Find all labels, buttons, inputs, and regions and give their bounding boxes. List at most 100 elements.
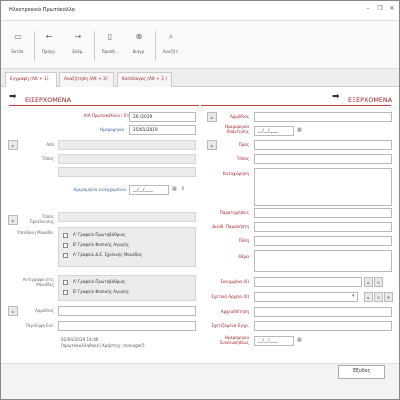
origin-place-label: Τόπος Προέλευσης [29, 214, 54, 224]
entry-label: Καταχώρηση [222, 171, 249, 176]
unit-checkbox-row[interactable]: Α' Γραφείο Δ.Ε. Σχολικής Μονάδας [63, 252, 142, 258]
copy-unit-label: Α' Γραφείο Πρωτοβάθμιας [73, 279, 126, 284]
attachments-label: Συνημμένα (0) [220, 279, 249, 284]
checkbox[interactable] [63, 279, 68, 285]
related-files-field[interactable] [254, 292, 358, 302]
outgoing-arrow-icon: ➡ [332, 92, 340, 102]
notes-field[interactable] [254, 208, 392, 218]
entry-date-label: Ημερομηνία εισερχομένου [73, 187, 127, 192]
from-lookup-button[interactable]: ▸ [8, 140, 18, 150]
delete-label: Διαγρ. [132, 49, 146, 54]
place-extra-field[interactable] [58, 167, 196, 177]
out-place-field[interactable] [254, 154, 392, 164]
checkbox[interactable] [63, 289, 68, 295]
related-refresh-button[interactable]: ⟳ [384, 292, 393, 302]
subject-textarea[interactable] [254, 250, 392, 272]
next-label: Επόμ. [72, 49, 84, 54]
to-lookup-button[interactable]: ▸ [207, 140, 217, 150]
tab-bar: Εγγραφή (Alt + 1) Αναζήτηση (Alt + 2) Κα… [1, 69, 399, 88]
city-field[interactable] [254, 236, 392, 246]
attachments-remove-button[interactable]: × [374, 277, 383, 287]
outgoing-title: ΕΞΕΡΧΟΜΕΝΑ [348, 96, 393, 104]
date-label: Ημερομηνία [99, 127, 124, 132]
copy-unit-label: Β' Γραφείο Φυσικής Αγωγής [73, 289, 129, 294]
save-icon: ▭ [14, 32, 22, 41]
unit-label: Β' Γραφείο Φυσικής Αγωγής [73, 242, 129, 247]
search-button[interactable]: ⌕ Αναζήτ. [158, 25, 184, 65]
city-label: Πόλη [238, 238, 249, 243]
from-field[interactable] [58, 140, 196, 150]
incoming-divider [9, 105, 199, 106]
related-open-button[interactable]: ▸ [364, 292, 373, 302]
from-label: Από [46, 142, 54, 147]
archive-field[interactable] [254, 307, 392, 317]
toolbar-separator [94, 31, 95, 61]
agreement-date-field[interactable]: __/__/____ [254, 336, 294, 346]
checkbox[interactable] [63, 252, 68, 258]
close-button[interactable]: ✕ [387, 5, 397, 12]
origin-lookup-button[interactable]: ▸ [8, 215, 18, 225]
previous-label: Προηγ. [41, 49, 57, 54]
tab-search[interactable]: Αναζήτηση (Alt + 2) [59, 72, 114, 87]
attachments-field[interactable] [254, 277, 362, 287]
restore-button[interactable]: ❐ [375, 5, 385, 12]
archive-label: Αρχειοθέτηση [220, 309, 249, 314]
tab-entry[interactable]: Εγγραφή (Alt + 1) [5, 72, 57, 88]
file-field[interactable] [58, 306, 196, 316]
calendar-icon[interactable]: ▦ [297, 337, 302, 343]
origin-place-field[interactable] [58, 212, 196, 222]
delete-icon: ⊗ [135, 32, 143, 41]
minimize-button[interactable]: – [363, 5, 373, 12]
summary-field[interactable] [58, 321, 196, 331]
delete-button[interactable]: ⊗ Διαγρ. [126, 25, 152, 65]
responsible-lookup-button[interactable]: ▸ [207, 112, 217, 122]
unit-checkbox-row[interactable]: Α' Γραφείο Πρωτοβάθμιας [63, 232, 126, 238]
next-button[interactable]: → Επόμ. [65, 25, 91, 65]
chevron-down-icon[interactable]: ▾ [352, 293, 355, 299]
agreement-date-label: Ημερομηνία Συνεννοήσεως [219, 335, 249, 345]
recipient-address-field[interactable] [254, 222, 392, 232]
reply-date-field[interactable]: __/__/____ [254, 126, 294, 136]
protocol-number-field[interactable]: 20 /2019 [129, 112, 196, 122]
date-field[interactable]: 25/01/2019 [129, 125, 196, 135]
protocol-label: Α/Α Πρωτοκόλλου / Έτος [83, 113, 134, 118]
related-remove-button[interactable]: × [374, 292, 383, 302]
checkbox[interactable] [63, 232, 68, 238]
out-place-label: Τόπος [236, 156, 249, 161]
related-files-label: Σχετικά Αρχεία (0) [211, 294, 249, 299]
exit-button[interactable]: Έξοδος [338, 365, 385, 379]
place-field[interactable] [58, 154, 196, 164]
to-label: Προς [238, 142, 249, 147]
responsible-unit-label: Υπεύθυνη Μονάδα [17, 230, 53, 235]
spinner-icon[interactable]: ⇕ [181, 186, 185, 192]
search-icon: ⌕ [168, 32, 174, 41]
toolbar: ▭ Εκτύπ. ← Προηγ. → Επόμ. ▯ Προσθ... ⊗ Δ… [1, 21, 399, 69]
checkbox[interactable] [63, 242, 68, 248]
previous-button[interactable]: ← Προηγ. [36, 25, 62, 65]
responsible-field[interactable] [254, 112, 392, 122]
print-label: Εκτύπ. [11, 49, 25, 54]
unit-label: Α' Γραφείο Πρωτοβάθμιας [73, 232, 126, 237]
incoming-title: ΕΙΣΕΡΧΟΜΕΝΑ [25, 96, 71, 104]
entry-textarea[interactable] [254, 168, 392, 206]
copy-checkbox-row[interactable]: Β' Γραφείο Φυσικής Αγωγής [63, 289, 129, 295]
record-user: [πρωτοκολληθηκε] Χρήστης: manager5 [61, 343, 145, 348]
tab-catalog[interactable]: Κατάλογος (Alt + 3 ) [117, 72, 172, 87]
attachments-add-button[interactable]: ▸ [364, 277, 373, 287]
print-button[interactable]: ▭ Εκτύπ. [5, 25, 31, 65]
app-window: Ηλεκτρονικό Πρωτόκολλο – ❐ ✕ ▭ Εκτύπ. ← … [0, 0, 400, 400]
add-button[interactable]: ▯ Προσθ... [97, 25, 123, 65]
related-doc-label: Σχετιζόμενο Έγγρ. [211, 323, 249, 328]
to-field[interactable] [254, 140, 392, 150]
calendar-icon[interactable]: ▦ [297, 127, 302, 133]
reply-date-label: Ημερομηνία Απάντησης [224, 124, 249, 134]
copy-checkbox-row[interactable]: Α' Γραφείο Πρωτοβάθμιας [63, 279, 126, 285]
file-lookup-button[interactable]: ▸ [8, 306, 18, 316]
notes-label: Παρατηρήσεις [219, 210, 249, 215]
unit-label: Α' Γραφείο Δ.Ε. Σχολικής Μονάδας [73, 252, 143, 257]
related-doc-field[interactable] [254, 321, 392, 331]
unit-checkbox-row[interactable]: Β' Γραφείο Φυσικής Αγωγής [63, 242, 129, 248]
entry-date-field[interactable]: __/__/____ [129, 185, 169, 195]
forward-icon: → [74, 32, 82, 41]
calendar-icon[interactable]: ▦ [172, 186, 177, 192]
